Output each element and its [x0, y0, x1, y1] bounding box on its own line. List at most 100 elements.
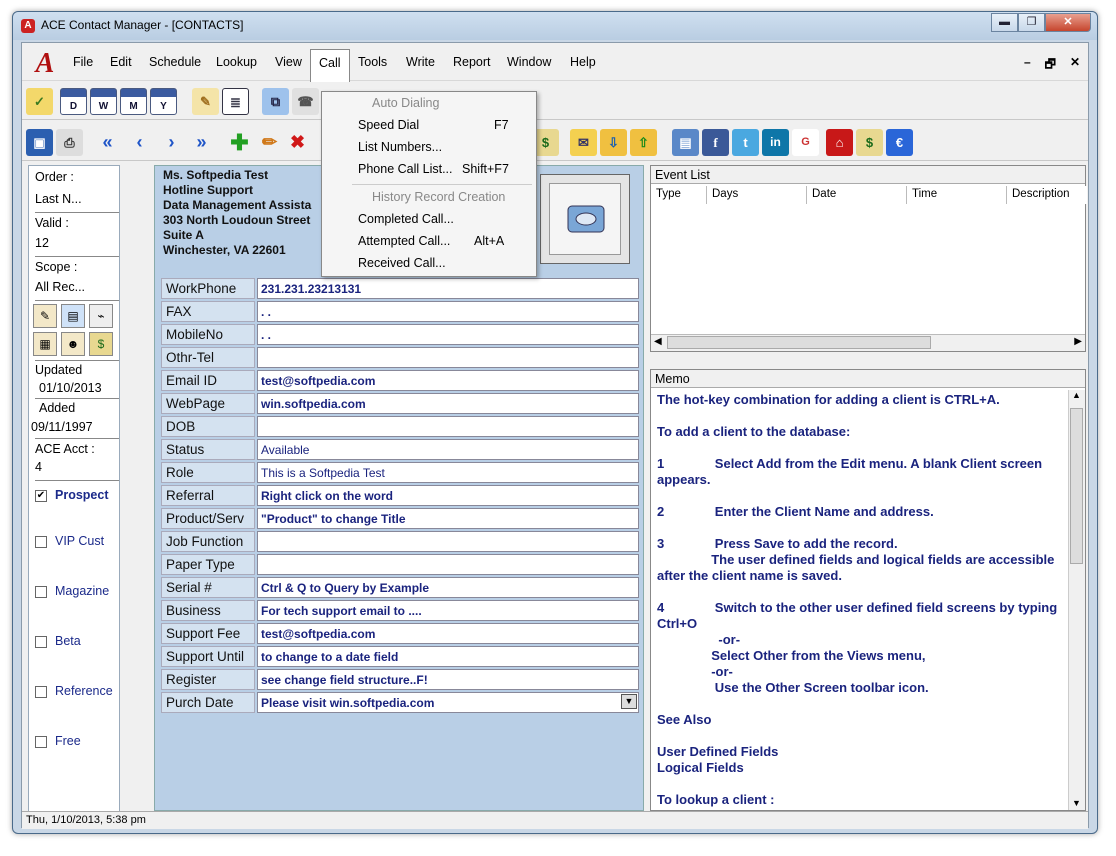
facebook-icon[interactable]: f [702, 129, 729, 156]
field-value[interactable] [257, 531, 639, 552]
menu-tools[interactable]: Tools [358, 55, 387, 73]
memo-text[interactable]: The hot-key combination for adding a cli… [657, 392, 1063, 812]
notes-icon[interactable]: ✎ [33, 304, 57, 328]
field-label[interactable]: FAX [161, 301, 255, 322]
maximize-button[interactable]: ❐ [1018, 13, 1045, 32]
menu-write[interactable]: Write [406, 55, 435, 73]
menu-window[interactable]: Window [507, 55, 551, 73]
field-value[interactable] [257, 347, 639, 368]
open-book-icon[interactable]: ▤ [61, 304, 85, 328]
add-icon[interactable]: ✚ [226, 129, 253, 156]
col-date[interactable]: Date [807, 186, 907, 204]
free-checkbox[interactable] [35, 736, 47, 748]
field-label[interactable]: Role [161, 462, 255, 483]
scroll-thumb[interactable] [667, 336, 931, 349]
field-value[interactable]: to change to a date field [257, 646, 639, 667]
field-label[interactable]: DOB [161, 416, 255, 437]
note-icon[interactable]: ✎ [192, 88, 219, 115]
field-value[interactable] [257, 554, 639, 575]
magazine-checkbox[interactable] [35, 586, 47, 598]
call-menu-item[interactable]: Attempted Call... [358, 234, 450, 248]
col-days[interactable]: Days [707, 186, 807, 204]
field-label[interactable]: WebPage [161, 393, 255, 414]
field-value[interactable]: "Product" to change Title [257, 508, 639, 529]
close-button[interactable]: ✕ [1045, 13, 1091, 32]
prospect-checkbox[interactable]: ✔ [35, 490, 47, 502]
menu-schedule[interactable]: Schedule [149, 55, 201, 73]
delete-icon[interactable]: ✖ [284, 129, 311, 156]
month-calendar-icon[interactable]: M [120, 88, 147, 115]
order-value[interactable]: Last N... [35, 192, 82, 206]
title-bar[interactable]: A ACE Contact Manager - [CONTACTS] ▬ ❐ ✕ [13, 12, 1097, 40]
next-record-icon[interactable]: › [158, 129, 185, 156]
book-icon[interactable]: ▤ [672, 129, 699, 156]
call-menu-item[interactable]: Speed Dial [358, 118, 419, 132]
field-value[interactable]: win.softpedia.com [257, 393, 639, 414]
people-icon[interactable]: ☻ [61, 332, 85, 356]
twitter-icon[interactable]: t [732, 129, 759, 156]
field-label[interactable]: Product/Serv [161, 508, 255, 529]
field-label[interactable]: Serial # [161, 577, 255, 598]
scope-value[interactable]: All Rec... [35, 280, 85, 294]
field-label[interactable]: Purch Date [161, 692, 255, 713]
call-menu-item[interactable]: Received Call... [358, 256, 446, 270]
call-menu-item[interactable]: Completed Call... [358, 212, 454, 226]
report-icon[interactable]: ≣ [222, 88, 249, 115]
field-label[interactable]: MobileNo [161, 324, 255, 345]
field-value[interactable]: This is a Softpedia Test [257, 462, 639, 483]
field-value[interactable]: 231.231.23213131 [257, 278, 639, 299]
copy-icon[interactable]: ⧉ [262, 88, 289, 115]
dropdown-arrow-icon[interactable]: ▼ [621, 694, 637, 709]
field-label[interactable]: Othr-Tel [161, 347, 255, 368]
menu-help[interactable]: Help [570, 55, 596, 73]
menu-call[interactable]: Call [310, 49, 350, 82]
menu-lookup[interactable]: Lookup [216, 55, 257, 73]
first-record-icon[interactable]: « [94, 129, 121, 156]
outbox-icon[interactable]: ⇧ [630, 129, 657, 156]
field-value[interactable] [257, 416, 639, 437]
print-icon[interactable]: ⎙ [56, 129, 83, 156]
field-value[interactable]: Right click on the word [257, 485, 639, 506]
col-description[interactable]: Description [1007, 186, 1087, 204]
call-menu-item[interactable]: List Numbers... [358, 140, 442, 154]
vip-cust-checkbox[interactable] [35, 536, 47, 548]
memo-scrollbar[interactable]: ▲ ▼ [1068, 390, 1085, 810]
field-label[interactable]: Referral [161, 485, 255, 506]
phone-icon[interactable]: ☎ [292, 88, 319, 115]
field-label[interactable]: Job Function [161, 531, 255, 552]
field-label[interactable]: Paper Type [161, 554, 255, 575]
archive-icon[interactable]: ⌂ [826, 129, 853, 156]
day-calendar-icon[interactable]: D [60, 88, 87, 115]
field-label[interactable]: Register [161, 669, 255, 690]
menu-edit[interactable]: Edit [110, 55, 132, 73]
mdi-close-button[interactable]: ✕ [1070, 55, 1080, 76]
event-list-scrollbar[interactable]: ◀ ▶ [651, 334, 1085, 351]
minimize-button[interactable]: ▬ [991, 13, 1018, 32]
field-value[interactable]: Ctrl & Q to Query by Example [257, 577, 639, 598]
prev-record-icon[interactable]: ‹ [126, 129, 153, 156]
scroll-left-icon[interactable]: ◀ [654, 336, 662, 347]
save-icon[interactable]: ▣ [26, 129, 53, 156]
field-label[interactable]: Support Fee [161, 623, 255, 644]
menu-view[interactable]: View [275, 55, 302, 73]
last-record-icon[interactable]: » [188, 129, 215, 156]
gmail-icon[interactable]: G [792, 129, 819, 156]
field-label[interactable]: Business [161, 600, 255, 621]
dollar-icon[interactable]: $ [89, 332, 113, 356]
beta-checkbox[interactable] [35, 636, 47, 648]
linkedin-icon[interactable]: in [762, 129, 789, 156]
field-value[interactable]: Available [257, 439, 639, 460]
field-value[interactable]: . . [257, 301, 639, 322]
field-label[interactable]: Email ID [161, 370, 255, 391]
field-value[interactable]: test@softpedia.com [257, 370, 639, 391]
menu-file[interactable]: File [73, 55, 93, 73]
mdi-minimize-button[interactable]: – [1024, 55, 1031, 76]
menu-report[interactable]: Report [453, 55, 491, 73]
check-icon[interactable]: ✓ [26, 88, 53, 115]
scroll-thumb[interactable] [1070, 408, 1083, 564]
app-icon[interactable]: A [21, 19, 35, 33]
call-menu-item[interactable]: Phone Call List... [358, 162, 453, 176]
edit-pencil-icon[interactable]: ✏ [256, 129, 283, 156]
reference-checkbox[interactable] [35, 686, 47, 698]
field-value[interactable]: see change field structure..F! [257, 669, 639, 690]
